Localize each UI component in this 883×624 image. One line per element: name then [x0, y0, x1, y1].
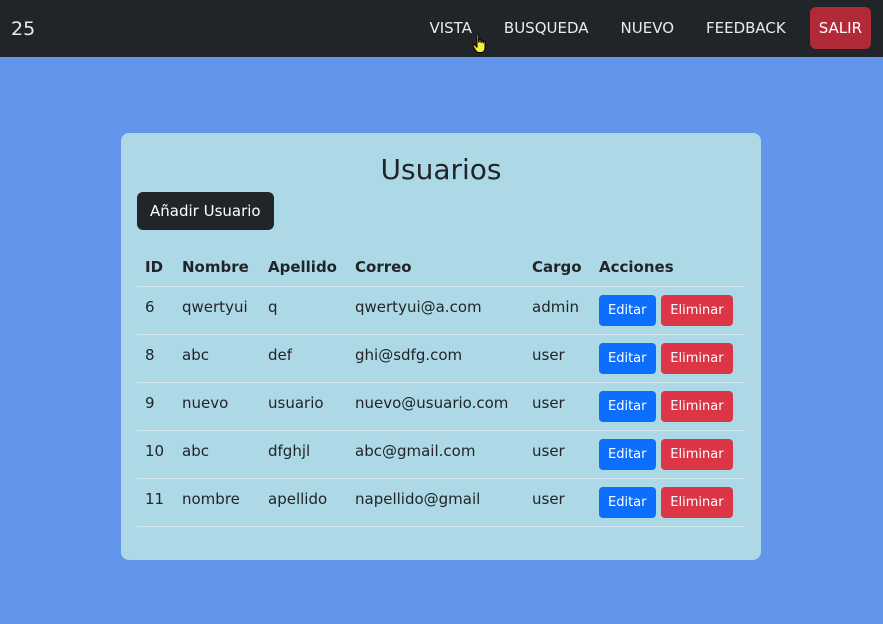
cell-acciones: Editar Eliminar — [591, 382, 745, 431]
cell-nombre: qwertyui — [174, 286, 260, 335]
cell-cargo: user — [524, 478, 591, 527]
cell-apellido: dfghjl — [260, 430, 347, 479]
table-row: 8 abc def ghi@sdfg.com user Editar Elimi… — [137, 334, 745, 383]
cell-correo: ghi@sdfg.com — [347, 334, 524, 383]
cell-apellido: apellido — [260, 478, 347, 527]
delete-button[interactable]: Eliminar — [661, 294, 733, 326]
cell-correo: nuevo@usuario.com — [347, 382, 524, 431]
hand-pointer-icon — [472, 33, 486, 53]
table-row: 10 abc dfghjl abc@gmail.com user Editar … — [137, 430, 745, 479]
edit-button[interactable]: Editar — [599, 438, 656, 470]
cell-nombre: abc — [174, 334, 260, 383]
table-row: 11 nombre apellido napellido@gmail user … — [137, 478, 745, 527]
cell-nombre: abc — [174, 430, 260, 479]
table-row: 6 qwertyui q qwertyui@a.com admin Editar… — [137, 286, 745, 335]
edit-button[interactable]: Editar — [599, 294, 656, 326]
cell-correo: qwertyui@a.com — [347, 286, 524, 335]
delete-button[interactable]: Eliminar — [661, 486, 733, 518]
table-row: 9 nuevo usuario nuevo@usuario.com user E… — [137, 382, 745, 431]
delete-button[interactable]: Eliminar — [661, 438, 733, 470]
header-correo: Correo — [347, 248, 524, 287]
table-header-row: ID Nombre Apellido Correo Cargo Acciones — [137, 248, 745, 287]
delete-button[interactable]: Eliminar — [661, 342, 733, 374]
add-user-button[interactable]: Añadir Usuario — [137, 192, 274, 230]
cell-id: 6 — [137, 286, 174, 335]
cell-id: 11 — [137, 478, 174, 527]
cell-apellido: q — [260, 286, 347, 335]
cell-cargo: user — [524, 382, 591, 431]
delete-button[interactable]: Eliminar — [661, 390, 733, 422]
header-cargo: Cargo — [524, 248, 591, 287]
users-table: ID Nombre Apellido Correo Cargo Acciones… — [137, 248, 745, 527]
cell-apellido: usuario — [260, 382, 347, 431]
edit-button[interactable]: Editar — [599, 390, 656, 422]
cell-acciones: Editar Eliminar — [591, 286, 745, 335]
header-apellido: Apellido — [260, 248, 347, 287]
header-id: ID — [137, 248, 174, 287]
cell-correo: napellido@gmail — [347, 478, 524, 527]
page-title: Usuarios — [380, 153, 502, 186]
cell-correo: abc@gmail.com — [347, 430, 524, 479]
cell-id: 8 — [137, 334, 174, 383]
cell-nombre: nuevo — [174, 382, 260, 431]
nav-link-nuevo[interactable]: NUEVO — [605, 7, 690, 49]
brand[interactable]: 25 — [11, 18, 35, 40]
cell-nombre: nombre — [174, 478, 260, 527]
cell-id: 10 — [137, 430, 174, 479]
cell-id: 9 — [137, 382, 174, 431]
cell-acciones: Editar Eliminar — [591, 430, 745, 479]
header-nombre: Nombre — [174, 248, 260, 287]
cell-acciones: Editar Eliminar — [591, 334, 745, 383]
edit-button[interactable]: Editar — [599, 486, 656, 518]
edit-button[interactable]: Editar — [599, 342, 656, 374]
header-acciones: Acciones — [591, 248, 745, 287]
cell-cargo: user — [524, 430, 591, 479]
nav-link-feedback[interactable]: FEEDBACK — [690, 7, 802, 49]
cell-cargo: admin — [524, 286, 591, 335]
navbar: 25 VISTA BUSQUEDA NUEVO FEEDBACK SALIR — [0, 0, 883, 57]
logout-button[interactable]: SALIR — [809, 7, 871, 49]
cell-cargo: user — [524, 334, 591, 383]
cell-acciones: Editar Eliminar — [591, 478, 745, 527]
cell-apellido: def — [260, 334, 347, 383]
nav-link-busqueda[interactable]: BUSQUEDA — [488, 7, 605, 49]
users-card: Usuarios Añadir Usuario ID Nombre Apelli… — [121, 133, 761, 560]
